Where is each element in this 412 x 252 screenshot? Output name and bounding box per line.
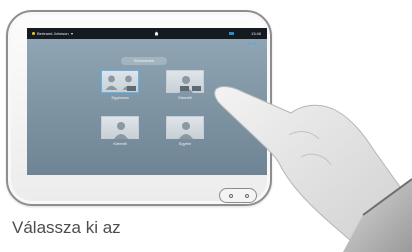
instruction-caption: Válassza ki az (12, 218, 121, 237)
clock: 13:46 (250, 31, 261, 36)
layout-option-custom[interactable]: Egyéni (166, 116, 204, 146)
layout-option-prominent-2[interactable]: Kiemelt (101, 116, 139, 146)
layout-option-label: Kiemelt (178, 95, 192, 100)
chevron-down-icon[interactable]: ▾ (71, 28, 73, 39)
pointing-hand-image (214, 86, 412, 252)
person-icon (114, 122, 128, 139)
tile-preview (101, 116, 139, 139)
status-dot-icon (32, 32, 35, 35)
user-name[interactable]: Bertrand Johnson (37, 28, 69, 39)
layout-option-label: Kiemelt (113, 141, 127, 146)
layout-option-equal[interactable]: Egyforma (101, 70, 139, 100)
self-view-pip (192, 86, 201, 91)
person-icon (105, 75, 118, 90)
tile-preview (166, 116, 204, 139)
layout-option-label: Egyforma (111, 95, 129, 100)
call-icon[interactable] (229, 31, 234, 36)
person-icon (179, 122, 193, 139)
small-tile (180, 86, 189, 91)
layout-option-label: Egyéni (178, 141, 192, 146)
home-icon[interactable] (154, 31, 159, 36)
self-view-pip (127, 86, 136, 91)
tile-preview (101, 70, 139, 93)
layout-option-prominent[interactable]: Kiemelt (166, 70, 204, 100)
status-bar: Bertrand Johnson ▾ 13:46 (27, 28, 267, 39)
call-timer: 00:22 (246, 41, 257, 46)
tile-preview (166, 70, 204, 93)
layout-button[interactable]: Elrendezés (121, 57, 167, 65)
